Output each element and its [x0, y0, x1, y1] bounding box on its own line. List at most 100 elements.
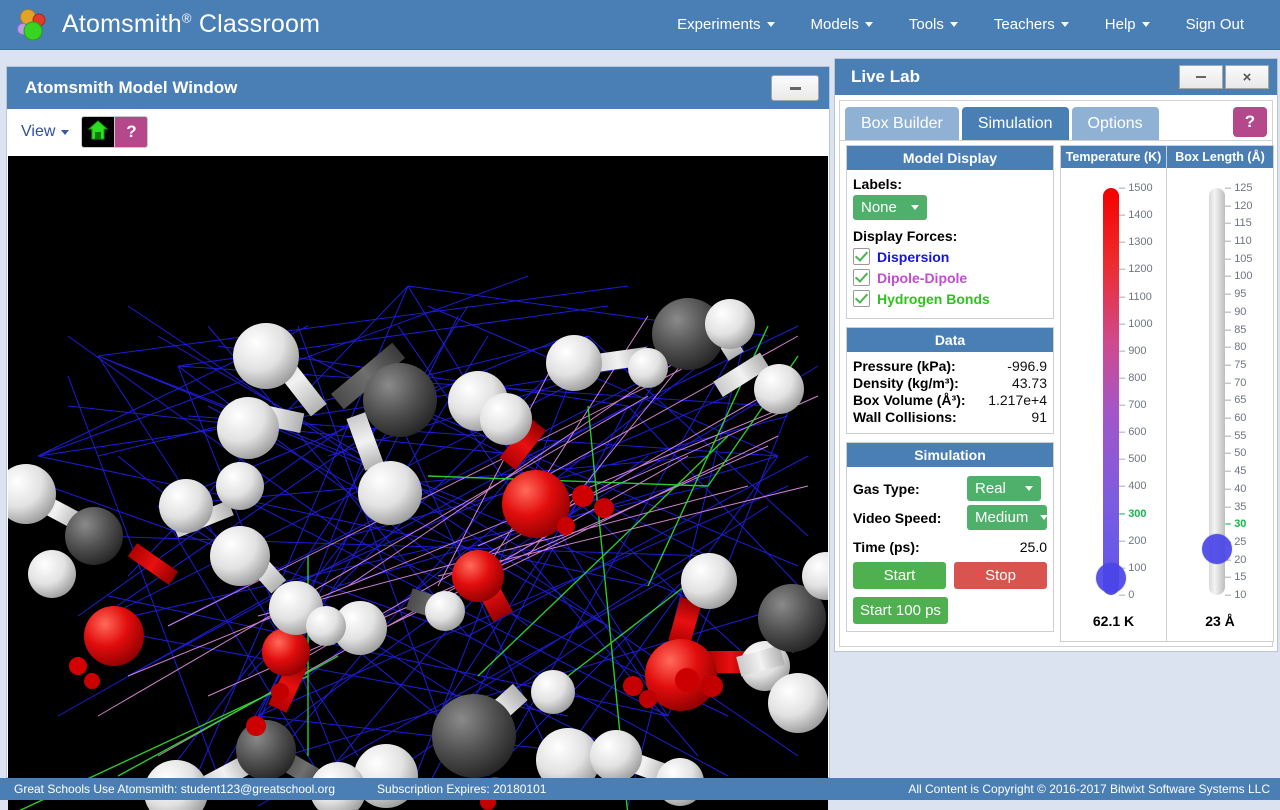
data-value: -996.9	[1007, 358, 1047, 374]
top-navigation-bar: Atomsmith® Classroom Experiments Models …	[0, 0, 1280, 50]
force-row-dipole-dipole[interactable]: Dipole-Dipole	[853, 269, 1047, 286]
model-display-body: Labels: None Display Forces: Dispersion	[847, 170, 1053, 318]
gas-type-row: Gas Type: Real	[853, 476, 1047, 501]
tick-label: 40	[1225, 483, 1246, 495]
tab-options[interactable]: Options	[1071, 107, 1159, 140]
time-value: 25.0	[1019, 539, 1047, 555]
home-view-button[interactable]	[82, 117, 115, 147]
tick-label: 65	[1225, 394, 1246, 406]
data-heading: Data	[847, 328, 1053, 352]
chevron-down-icon	[864, 22, 873, 27]
tick-label: 600	[1119, 426, 1146, 438]
minimize-icon	[789, 86, 801, 90]
temperature-slider-track[interactable]	[1103, 188, 1119, 595]
tick-label: 70	[1225, 377, 1246, 389]
temperature-slider-handle[interactable]	[1096, 563, 1126, 594]
tab-label: Simulation	[977, 114, 1053, 132]
stop-button[interactable]: Stop	[954, 562, 1047, 589]
simulation-card: Simulation Gas Type: Real Video Speed: M…	[846, 442, 1054, 632]
video-speed-row: Video Speed: Medium	[853, 505, 1049, 530]
home-icon	[87, 119, 109, 146]
live-lab-controls-column: Model Display Labels: None Display Force…	[840, 141, 1058, 646]
hydrogen-bonds-checkbox[interactable]	[853, 290, 870, 307]
data-key: Wall Collisions:	[853, 409, 957, 425]
view-menu-button[interactable]: View	[21, 123, 70, 141]
nav-item-teachers[interactable]: Teachers	[976, 16, 1087, 33]
nav-item-models[interactable]: Models	[793, 16, 891, 33]
data-value: 43.73	[1011, 375, 1047, 391]
live-lab-body: Model Display Labels: None Display Force…	[839, 140, 1274, 647]
chevron-down-icon	[1141, 22, 1150, 27]
nav-item-experiments[interactable]: Experiments	[659, 16, 792, 33]
question-mark-icon: ?	[126, 122, 137, 141]
time-row: Time (ps): 25.0	[853, 539, 1047, 555]
video-speed-select[interactable]: Medium	[967, 505, 1049, 530]
brand-title-main: Atomsmith	[62, 10, 182, 38]
model-help-button[interactable]: ?	[114, 117, 148, 147]
temperature-slider-area[interactable]: 1500 1400 1300 1200 1100 1000 900 800 700 600 500 4…	[1061, 168, 1166, 641]
data-row-density: Density (kg/m³): 43.73	[853, 375, 1047, 391]
tick-label: 300	[1119, 508, 1146, 520]
temperature-slider-heading: Temperature (K)	[1061, 146, 1166, 168]
nav-label: Help	[1104, 16, 1136, 33]
start-100ps-button[interactable]: Start 100 ps	[853, 597, 948, 624]
brand[interactable]: Atomsmith® Classroom	[0, 6, 320, 44]
model-window-title: Atomsmith Model Window	[25, 78, 238, 97]
tick-label: 45	[1225, 465, 1246, 477]
tick-label: 800	[1119, 372, 1146, 384]
molecular-viewport[interactable]	[8, 156, 828, 810]
data-row-wall-collisions: Wall Collisions: 91	[853, 409, 1047, 425]
model-window: Atomsmith Model Window View ?	[6, 66, 830, 810]
nav-label: Models	[810, 16, 859, 33]
dispersion-checkbox[interactable]	[853, 248, 870, 265]
tick-label: 900	[1119, 345, 1146, 357]
tick-label: 30	[1225, 518, 1246, 530]
start-button[interactable]: Start	[853, 562, 946, 589]
nav-item-tools[interactable]: Tools	[891, 16, 976, 33]
atomsmith-logo-icon	[14, 6, 52, 44]
box-length-tick-labels: 125 120 115 110 105 100 95 90 85 80 75 70 65 60 55 50 45…	[1225, 182, 1273, 601]
tick-label: 700	[1119, 399, 1146, 411]
data-row-pressure: Pressure (kPa): -996.9	[853, 358, 1047, 374]
nav-label: Experiments	[677, 16, 761, 33]
tab-label: Box Builder	[861, 114, 943, 132]
nav-item-sign-out[interactable]: Sign Out	[1168, 16, 1262, 33]
force-row-hydrogen-bonds[interactable]: Hydrogen Bonds	[853, 290, 1047, 307]
tab-box-builder[interactable]: Box Builder	[845, 107, 959, 140]
video-speed-value: Medium	[975, 509, 1029, 526]
model-window-titlebar: Atomsmith Model Window	[7, 67, 829, 109]
footer-copyright-text: All Content is Copyright © 2016-2017 Bit…	[908, 782, 1270, 796]
chevron-down-icon	[1060, 22, 1069, 27]
hydrogen-bonds-label: Hydrogen Bonds	[877, 290, 990, 307]
molecular-render	[8, 156, 828, 810]
data-body: Pressure (kPa): -996.9 Density (kg/m³): …	[847, 352, 1053, 433]
box-length-slider-heading: Box Length (Å)	[1167, 146, 1273, 168]
labels-select-value: None	[861, 199, 897, 216]
tick-label: 1200	[1119, 263, 1152, 275]
tick-label: 105	[1225, 253, 1252, 265]
tick-label: 120	[1225, 200, 1252, 212]
chevron-down-icon	[1025, 486, 1033, 491]
tick-label: 90	[1225, 306, 1246, 318]
time-caption: Time (ps):	[853, 539, 920, 555]
data-key: Box Volume (Å³):	[853, 392, 966, 408]
nav-item-help[interactable]: Help	[1087, 16, 1168, 33]
nav-items: Experiments Models Tools Teachers Help S…	[659, 16, 1280, 33]
box-length-slider-area[interactable]: 125 120 115 110 105 100 95 90 85 80 75 70 65 60 55 50 45…	[1167, 168, 1273, 641]
labels-caption: Labels:	[853, 176, 903, 192]
force-row-dispersion[interactable]: Dispersion	[853, 248, 1047, 265]
tab-simulation[interactable]: Simulation	[961, 107, 1069, 140]
labels-select[interactable]: None	[853, 195, 927, 220]
live-lab-close-button[interactable]: ×	[1225, 65, 1269, 89]
dipole-dipole-checkbox[interactable]	[853, 269, 870, 286]
model-window-minimize-button[interactable]	[771, 75, 819, 101]
temperature-value-label: 62.1 K	[1092, 613, 1135, 629]
box-length-slider-card: Box Length (Å) 125 120 115 110 105 100 95 90 85 8…	[1167, 145, 1274, 642]
nav-label: Tools	[908, 16, 944, 33]
box-length-slider-handle[interactable]	[1202, 533, 1232, 564]
live-lab-minimize-button[interactable]	[1179, 65, 1223, 89]
gas-type-select[interactable]: Real	[967, 476, 1041, 501]
live-lab-help-button[interactable]: ?	[1233, 107, 1267, 137]
footer-subscription-text: Subscription Expires: 20180101	[377, 782, 547, 796]
nav-label: Sign Out	[1185, 16, 1244, 33]
